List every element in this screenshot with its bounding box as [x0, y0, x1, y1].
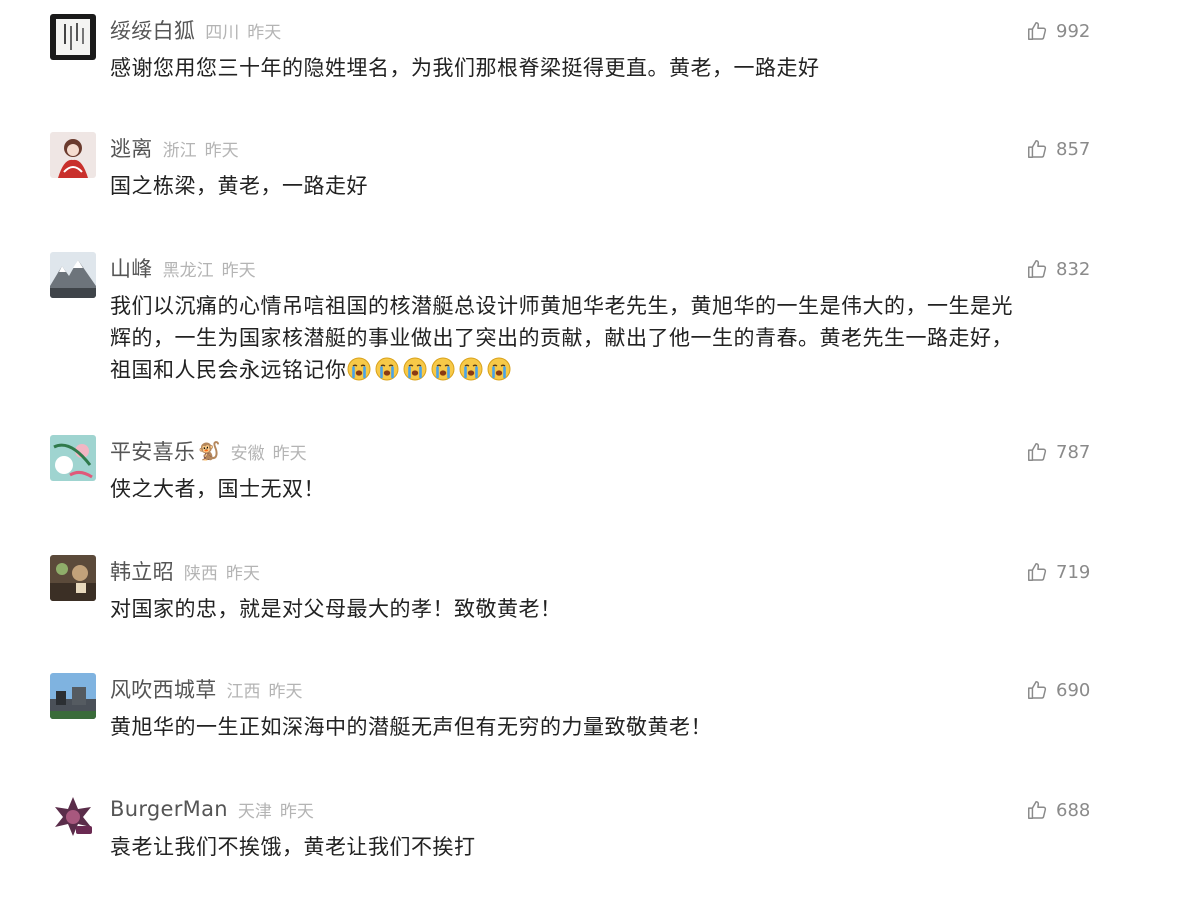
like-button[interactable]: 857 [1026, 136, 1090, 162]
avatar[interactable] [50, 435, 96, 481]
crying-face-emoji [375, 357, 398, 381]
comment-text-line: 我们以沉痛的心情吊唁祖国的核潜艇总设计师黄旭华老先生，黄旭华的一生是伟大的，一生… [110, 294, 1013, 318]
username[interactable]: BurgerMan [110, 797, 228, 821]
region-label: 黑龙江 [162, 260, 214, 281]
emoji-row [347, 357, 515, 382]
region-label: 浙江 [162, 140, 197, 161]
username[interactable]: 平安喜乐 [110, 436, 195, 466]
like-count: 992 [1056, 20, 1091, 42]
avatar[interactable] [50, 14, 96, 60]
timestamp: 昨天 [268, 681, 303, 702]
avatar[interactable] [50, 793, 96, 839]
thumbs-up-icon [1026, 561, 1048, 583]
like-count: 832 [1056, 258, 1091, 280]
like-count: 719 [1056, 561, 1091, 583]
like-button[interactable]: 832 [1026, 256, 1090, 282]
comment-meta: BurgerMan 天津 昨天 [110, 795, 314, 823]
comment-meta: 逃离 浙江 昨天 [110, 134, 239, 162]
avatar[interactable] [50, 132, 96, 178]
thumbs-up-icon [1026, 679, 1048, 701]
comment-list: 绥绥白狐 四川 昨天 992 感谢您用您三十年的隐姓埋名，为我们那根脊梁挺得更直… [0, 0, 1200, 899]
comment-text-line: 辉的，一生为国家核潜艇的事业做出了突出的贡献，献出了他一生的青春。黄老先生一路走… [110, 326, 1013, 350]
username[interactable]: 绥绥白狐 [110, 15, 195, 45]
monkey-emoji: 🐒 [198, 440, 221, 462]
like-button[interactable]: 992 [1026, 18, 1090, 44]
crying-face-emoji [431, 357, 454, 381]
timestamp: 昨天 [272, 443, 307, 464]
crying-face-emoji [487, 357, 510, 381]
username[interactable]: 韩立昭 [110, 556, 174, 586]
region-label: 天津 [237, 801, 272, 822]
region-label: 四川 [205, 22, 240, 43]
like-button[interactable]: 690 [1026, 677, 1090, 703]
comment-text: 感谢您用您三十年的隐姓埋名，为我们那根脊梁挺得更直。黄老，一路走好 [110, 56, 820, 80]
like-button[interactable]: 688 [1026, 797, 1090, 823]
like-count: 690 [1056, 679, 1091, 701]
comment-text: 我们以沉痛的心情吊唁祖国的核潜艇总设计师黄旭华老先生，黄旭华的一生是伟大的，一生… [110, 290, 1090, 386]
comment-text: 袁老让我们不挨饿，黄老让我们不挨打 [110, 835, 476, 859]
like-button[interactable]: 787 [1026, 439, 1090, 465]
thumbs-up-icon [1026, 20, 1048, 42]
region-label: 安徽 [230, 443, 265, 464]
timestamp: 昨天 [279, 801, 314, 822]
timestamp: 昨天 [247, 22, 282, 43]
comment-text: 黄旭华的一生正如深海中的潜艇无声但有无穷的力量致敬黄老！ [110, 715, 712, 739]
avatar[interactable] [50, 673, 96, 719]
comment-text-line: 祖国和人民会永远铭记你 [110, 354, 1090, 386]
comment-meta: 平安喜乐 🐒 安徽 昨天 [110, 437, 307, 465]
thumbs-up-icon [1026, 799, 1048, 821]
username[interactable]: 逃离 [110, 133, 153, 163]
thumbs-up-icon [1026, 258, 1048, 280]
avatar[interactable] [50, 555, 96, 601]
thumbs-up-icon [1026, 441, 1048, 463]
like-count: 688 [1056, 799, 1091, 821]
like-count: 857 [1056, 138, 1091, 160]
comment-meta: 绥绥白狐 四川 昨天 [110, 16, 281, 44]
like-count: 787 [1056, 441, 1091, 463]
username[interactable]: 山峰 [110, 253, 153, 283]
timestamp: 昨天 [221, 260, 256, 281]
avatar[interactable] [50, 252, 96, 298]
region-label: 江西 [226, 681, 261, 702]
comment-text: 侠之大者，国士无双！ [110, 477, 325, 501]
timestamp: 昨天 [204, 140, 239, 161]
thumbs-up-icon [1026, 138, 1048, 160]
crying-face-emoji [347, 357, 370, 381]
comment-meta: 山峰 黑龙江 昨天 [110, 254, 256, 282]
crying-face-emoji [459, 357, 482, 381]
comment-text: 国之栋梁，黄老，一路走好 [110, 174, 368, 198]
crying-face-emoji [403, 357, 426, 381]
username[interactable]: 风吹西城草 [110, 674, 217, 704]
like-button[interactable]: 719 [1026, 559, 1090, 585]
comment-meta: 韩立昭 陕西 昨天 [110, 557, 260, 585]
comment-text-line-text: 祖国和人民会永远铭记你 [110, 358, 347, 382]
region-label: 陕西 [183, 563, 218, 584]
comment-meta: 风吹西城草 江西 昨天 [110, 675, 303, 703]
timestamp: 昨天 [225, 563, 260, 584]
comment-text: 对国家的忠，就是对父母最大的孝！致敬黄老！ [110, 597, 562, 621]
